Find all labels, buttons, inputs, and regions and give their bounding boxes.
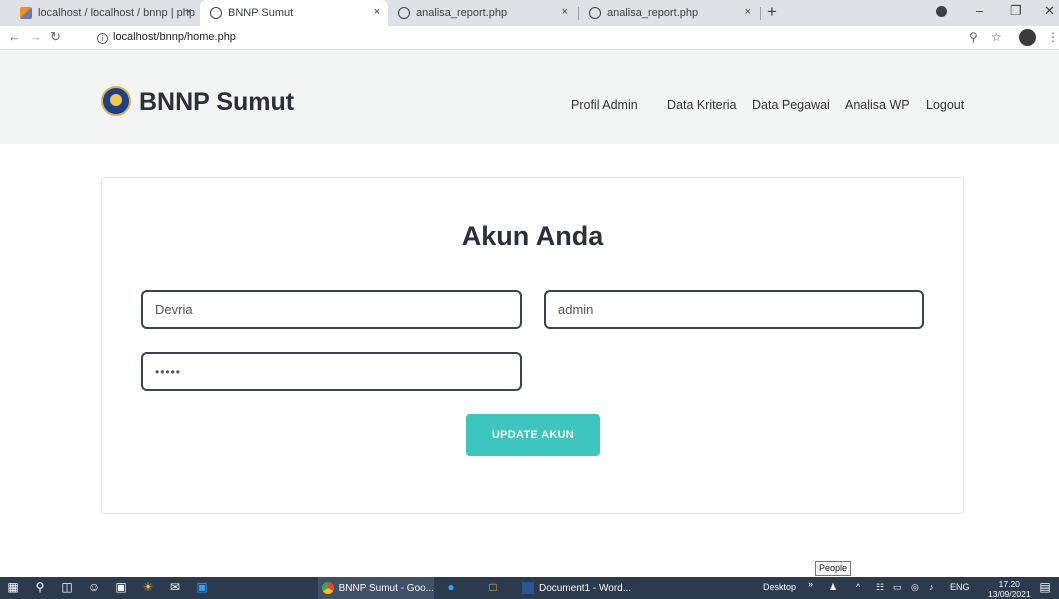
url-text: localhost/bnnp/home.php <box>113 31 236 43</box>
profile-avatar[interactable] <box>1019 29 1036 46</box>
minimize-icon[interactable]: – <box>976 3 983 18</box>
globe-tray-icon[interactable]: ◎ <box>911 582 919 593</box>
forward-icon[interactable]: → <box>29 29 42 44</box>
tab-label: analisa_report.php <box>416 7 508 19</box>
phpmyadmin-icon <box>20 7 32 19</box>
search-icon[interactable]: ⚲ <box>33 580 47 594</box>
back-icon[interactable]: ← <box>8 29 21 44</box>
close-tab-icon[interactable]: × <box>745 6 751 18</box>
close-tab-icon[interactable]: × <box>562 6 568 18</box>
network-icon[interactable]: ☷ <box>876 582 884 593</box>
chrome-icon <box>322 582 334 594</box>
tab-analisa-report-2[interactable]: analisa_report.php × <box>579 0 759 26</box>
desktop-toolbar-label[interactable]: Desktop <box>763 582 796 592</box>
chevron-up-icon[interactable]: ^ <box>856 582 860 592</box>
tab-phpmyadmin[interactable]: localhost / localhost / bnnp | php × <box>10 0 200 26</box>
close-tab-icon[interactable]: × <box>374 6 380 18</box>
photos-icon[interactable]: ▣ <box>195 580 209 594</box>
bookmark-star-icon[interactable]: ☆ <box>991 30 1002 44</box>
tab-label: analisa_report.php <box>607 7 699 19</box>
weather-icon[interactable]: ☀ <box>141 580 155 594</box>
close-window-icon[interactable]: ✕ <box>1044 3 1055 19</box>
tab-analisa-report-1[interactable]: analisa_report.php × <box>388 0 576 26</box>
extension-icon[interactable] <box>936 6 947 17</box>
close-tab-icon[interactable]: × <box>186 6 192 18</box>
people-tooltip: People <box>815 561 852 576</box>
new-tab-button[interactable]: + <box>767 2 777 22</box>
username-field[interactable]: admin <box>544 290 924 329</box>
tab-bnnp-sumut[interactable]: BNNP Sumut × <box>200 0 388 26</box>
account-card: Akun Anda Devria admin ••••• UPDATE AKUN <box>101 177 964 514</box>
globe-icon <box>589 7 601 19</box>
mail-icon[interactable]: ✉ <box>168 580 182 594</box>
windows-start-icon[interactable]: ▦ <box>6 580 20 594</box>
password-field[interactable]: ••••• <box>141 352 522 391</box>
url-field[interactable]: i localhost/bnnp/home.php <box>97 31 236 44</box>
tab-label: BNNP Sumut <box>228 7 294 19</box>
people-icon[interactable]: ♟ <box>829 582 837 593</box>
globe-icon <box>398 7 410 19</box>
bnnp-logo[interactable] <box>101 86 131 116</box>
clock-time: 17.20 <box>998 579 1020 589</box>
taskbar-word-app[interactable]: Document1 - Word... <box>518 577 634 599</box>
taskbar-chrome-app[interactable]: BNNP Sumut - Goo... <box>318 577 434 599</box>
site-brand[interactable]: BNNP Sumut <box>139 88 294 117</box>
restore-icon[interactable]: ❐ <box>1010 3 1022 19</box>
clock[interactable]: 17.20 13/09/2021 <box>988 579 1031 599</box>
windows-taskbar: ▦ ⚲ ◫ ☺ ▣ ☀ ✉ ▣ BNNP Sumut - Goo... ● □ … <box>0 577 1059 599</box>
page-title: Akun Anda <box>461 221 604 251</box>
reload-icon[interactable]: ↻ <box>50 29 61 45</box>
nav-data-kriteria[interactable]: Data Kriteria <box>667 98 736 112</box>
store-icon[interactable]: ▣ <box>114 580 128 594</box>
browser-menu-icon[interactable]: ⋮ <box>1047 30 1059 44</box>
address-bar: ← → ↻ i localhost/bnnp/home.php ⚲ ☆ ⋮ <box>0 26 1059 50</box>
chevron-right-icon[interactable]: » <box>808 579 813 589</box>
globe-icon <box>210 7 222 19</box>
nav-logout[interactable]: Logout <box>926 98 964 112</box>
volume-icon[interactable]: ♪ <box>929 582 934 592</box>
clock-date: 13/09/2021 <box>988 589 1031 599</box>
browser-tab-bar: localhost / localhost / bnnp | php × BNN… <box>0 0 1059 26</box>
tab-label: localhost / localhost / bnnp | php <box>38 7 195 19</box>
tab-separator <box>760 7 761 20</box>
taskbar-app-label: Document1 - Word... <box>539 582 632 594</box>
task-view-icon[interactable]: ◫ <box>60 580 74 594</box>
people-app-icon[interactable]: ☺ <box>87 580 101 594</box>
notification-icon[interactable]: ▤ <box>1038 580 1052 594</box>
site-navbar: BNNP Sumut Profil Admin Data Kriteria Da… <box>0 51 1059 144</box>
nav-analisa-wp[interactable]: Analisa WP <box>845 98 910 112</box>
file-explorer-icon[interactable]: □ <box>486 580 500 594</box>
battery-icon[interactable]: ▭ <box>893 582 902 593</box>
key-icon[interactable]: ⚲ <box>969 30 978 44</box>
word-icon <box>522 582 534 594</box>
taskbar-app-label: BNNP Sumut - Goo... <box>338 582 434 594</box>
update-account-button[interactable]: UPDATE AKUN <box>466 414 600 456</box>
nav-profil-admin[interactable]: Profil Admin <box>571 98 638 112</box>
edge-icon[interactable]: ● <box>444 580 458 594</box>
name-field[interactable]: Devria <box>141 290 522 329</box>
nav-data-pegawai[interactable]: Data Pegawai <box>752 98 830 112</box>
language-indicator[interactable]: ENG <box>950 582 970 592</box>
site-info-icon[interactable]: i <box>97 33 108 44</box>
